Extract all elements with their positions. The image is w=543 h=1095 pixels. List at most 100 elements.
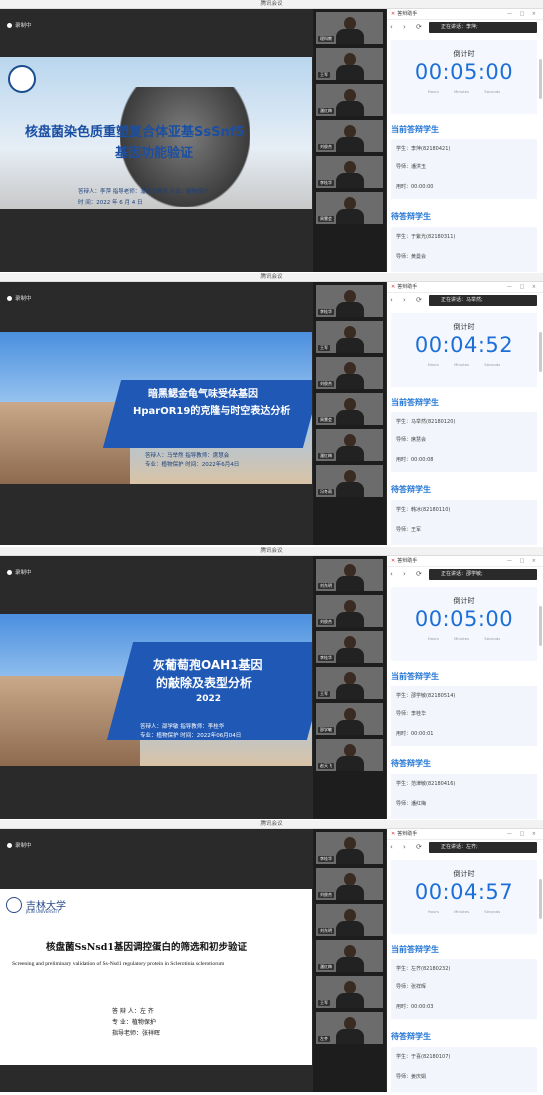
window-controls[interactable]: — □ ×	[507, 9, 539, 20]
recording-label: 录制中	[15, 570, 32, 576]
window-controls[interactable]: — □ ×	[507, 556, 539, 567]
window-title: 腾讯会议	[260, 274, 283, 280]
participant-video[interactable]: 潘红梅	[316, 940, 383, 972]
scrollbar[interactable]	[539, 332, 542, 372]
participant-video[interactable]: 刘俊杰	[316, 868, 383, 900]
scrollbar[interactable]	[539, 59, 542, 99]
participant-body	[336, 1029, 364, 1044]
current-student: 学生：李萍(82180421)	[396, 146, 451, 152]
countdown-title: 倒计时	[453, 50, 475, 58]
participant-name: 王军	[318, 345, 330, 351]
waiting-student-card[interactable]: 学生：于喜(82180107) 导师：姜庆娟	[391, 1047, 537, 1092]
participant-video[interactable]: 左齐	[316, 1012, 383, 1044]
nav-buttons[interactable]: ‹ › ⟳	[390, 23, 426, 31]
speaking-indicator: 正在讲话：李萍;	[429, 22, 537, 33]
app-name: 答辩助手	[397, 11, 418, 17]
current-student-card[interactable]: 学生：左齐(82180232) 导师：张祥晖 用时：00:00:03	[391, 959, 537, 1019]
participant-name: 冯冬雨	[318, 489, 334, 495]
nav-buttons[interactable]: ‹ › ⟳	[390, 570, 426, 578]
current-student-card[interactable]: 学生：李萍(82180421) 导师：潘洪玉 用时：00:00:00	[391, 139, 537, 199]
recording-indicator[interactable]: 录制中	[7, 568, 32, 576]
participant-name: 邵学敏	[318, 727, 334, 733]
participant-body	[336, 446, 364, 461]
participant-video[interactable]: 刘俊杰	[316, 357, 383, 389]
nav-buttons[interactable]: ‹ › ⟳	[390, 296, 426, 304]
participant-body	[336, 410, 364, 425]
waiting-section-title: 待答辩学生	[391, 212, 431, 221]
defense-assistant-panel: ✕ 答辩助手 — □ × ‹ › ⟳ 正在讲话：李萍; 倒计时 00:05:00 H…	[387, 9, 543, 272]
participant-body	[336, 482, 364, 497]
participant-video[interactable]: 王军	[316, 321, 383, 353]
countdown-title: 倒计时	[453, 323, 475, 331]
waiting-student-card[interactable]: 学生：韩冰(82180110) 导师：王军	[391, 500, 537, 545]
recording-indicator[interactable]: 录制中	[7, 21, 32, 29]
participant-body	[336, 137, 364, 152]
participant-video[interactable]: 刘俊杰	[316, 120, 383, 152]
nav-buttons[interactable]: ‹ › ⟳	[390, 843, 426, 851]
participant-name: 李桂华	[318, 856, 334, 862]
current-advisor: 导师：潘洪玉	[396, 164, 427, 170]
participant-name: 李桂华	[318, 655, 334, 661]
waiting-advisor: 导师：王军	[396, 527, 422, 533]
participant-video[interactable]: 刘东明	[316, 559, 383, 591]
timer-units: Hours Minutes Seconds	[391, 89, 537, 94]
participant-video[interactable]: 王军	[316, 48, 383, 80]
participant-body	[336, 921, 364, 936]
participant-video[interactable]: 理科教	[316, 12, 383, 44]
record-icon	[7, 23, 12, 28]
waiting-student-card[interactable]: 学生：范津敏(82180416) 导师：潘红梅	[391, 774, 537, 819]
participant-name: 刘俊杰	[318, 892, 334, 898]
participant-video[interactable]: 王军	[316, 667, 383, 699]
participant-video[interactable]: 冯冬雨	[316, 465, 383, 497]
app-name: 答辩助手	[397, 558, 418, 564]
window-title: 腾讯会议	[260, 821, 283, 827]
participant-body	[336, 576, 364, 591]
shared-screen: 录制中 吉林大学 JILIN UNIVERSITY 核盘菌SsNsd1基因调控蛋…	[0, 829, 312, 1092]
participant-body	[336, 65, 364, 80]
current-student-card[interactable]: 学生：马举然(82180120) 导师：席慧会 用时：00:00:08	[391, 412, 537, 472]
current-student-card[interactable]: 学生：邵学敏(82180514) 导师：李桂华 用时：00:00:01	[391, 686, 537, 746]
countdown-timer: 00:04:52	[414, 333, 514, 357]
participant-body	[336, 612, 364, 627]
participant-video[interactable]: 王军	[316, 976, 383, 1008]
timer-units: Hours Minutes Seconds	[391, 909, 537, 914]
participant-video[interactable]: 赵天飞	[316, 739, 383, 771]
participant-video[interactable]: 李桂华	[316, 156, 383, 188]
participant-name: 刘东明	[318, 928, 334, 934]
participant-video[interactable]: 刘俊杰	[316, 595, 383, 627]
slide-subtitle: 基因功能验证	[115, 146, 194, 161]
participant-body	[336, 29, 364, 44]
participant-video[interactable]: 潘红梅	[316, 84, 383, 116]
participant-video[interactable]: 刘东明	[316, 904, 383, 936]
unit-hours: Hours	[427, 909, 439, 914]
waiting-student: 学生：于紫光(82180311)	[396, 234, 456, 240]
participant-video[interactable]: 周慧会	[316, 393, 383, 425]
participant-video[interactable]: 周慧会	[316, 192, 383, 224]
video-gallery: 刘东明 刘俊杰 李桂华 王军 邵学敏 赵天飞	[313, 556, 386, 819]
recording-indicator[interactable]: 录制中	[7, 294, 32, 302]
unit-seconds: Seconds	[484, 362, 501, 367]
current-student: 学生：马举然(82180120)	[396, 419, 456, 425]
waiting-student-card[interactable]: 学生：于紫光(82180311) 导师：黄曼会	[391, 227, 537, 272]
participant-video[interactable]: 邵学敏	[316, 703, 383, 735]
meeting-screenshot-2: 腾讯会议 录制中 答辩助手 暗黑鳃金龟气味受体基因 HparOR19的克隆与时空…	[0, 273, 543, 545]
scrollbar[interactable]	[539, 606, 542, 646]
participant-video[interactable]: 潘红梅	[316, 429, 383, 461]
shared-screen: 录制中 核盘菌染色质重塑复合体亚基SsSnf5 基因功能验证 答辩人：李萍 指导…	[0, 9, 312, 272]
current-elapsed: 用时：00:00:00	[396, 184, 434, 190]
participant-video[interactable]: 李桂华	[316, 832, 383, 864]
scrollbar[interactable]	[539, 879, 542, 919]
participant-name: 左齐	[318, 1036, 330, 1042]
recording-indicator[interactable]: 录制中	[7, 841, 32, 849]
slide-logo-en: JILIN UNIVERSITY	[26, 909, 60, 914]
participant-video[interactable]: 李桂华	[316, 631, 383, 663]
recording-label: 录制中	[15, 296, 32, 302]
slide: 灰葡萄孢OAH1基因 的敲除及表型分析 2022 答辩人：邵学敏 指导教师：李桂…	[0, 614, 312, 766]
countdown-box: 倒计时 00:05:00 Hours Minutes Seconds	[391, 587, 537, 661]
participant-body	[336, 338, 364, 353]
window-controls[interactable]: — □ ×	[507, 829, 539, 840]
window-controls[interactable]: — □ ×	[507, 282, 539, 293]
countdown-box: 倒计时 00:04:52 Hours Minutes Seconds	[391, 313, 537, 387]
participant-video[interactable]: 李桂华	[316, 285, 383, 317]
video-gallery: 李桂华 王军 刘俊杰 周慧会 潘红梅 冯冬雨	[313, 282, 386, 545]
